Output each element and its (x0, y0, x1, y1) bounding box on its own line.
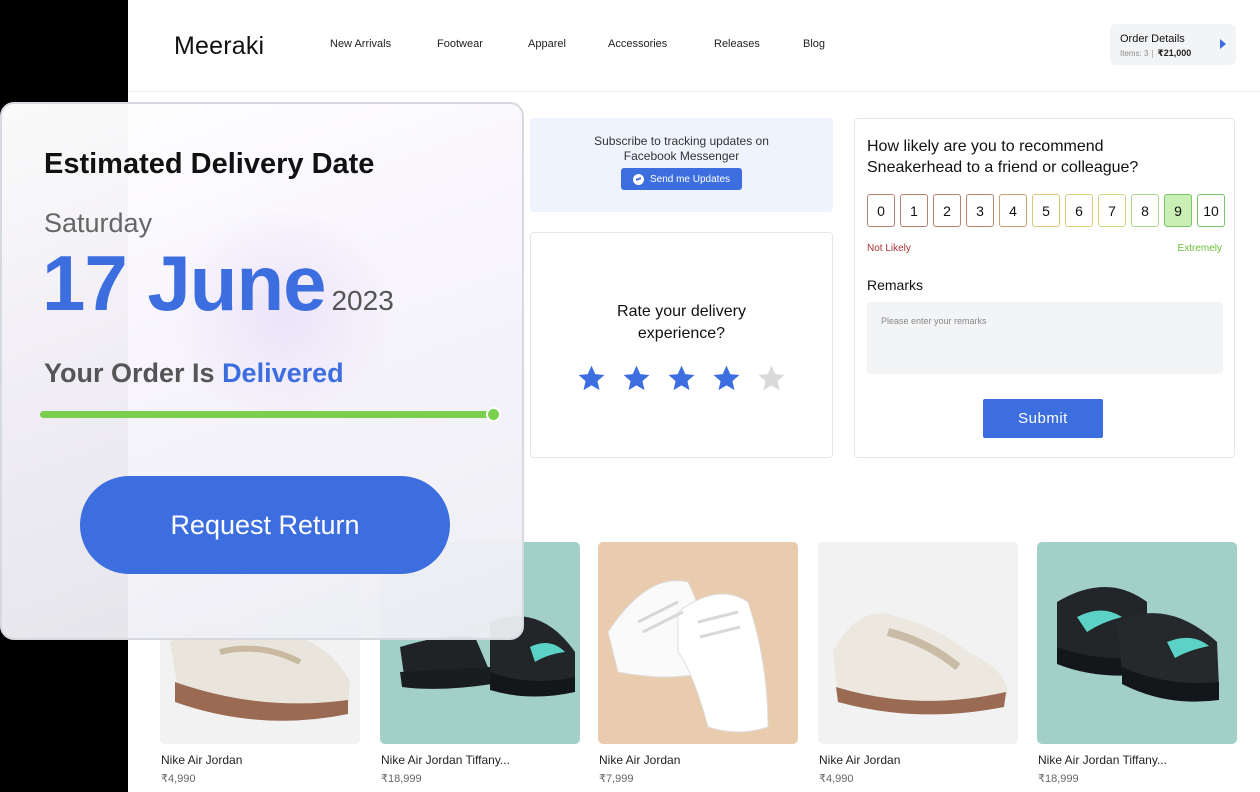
request-return-button[interactable]: Request Return (80, 476, 450, 574)
product-image[interactable] (1037, 542, 1237, 744)
product-price: ₹18,999 (1038, 773, 1079, 785)
product-price: ₹4,990 (819, 773, 854, 785)
star-rating[interactable] (531, 363, 832, 394)
nav-apparel[interactable]: Apparel (528, 38, 566, 50)
nav-releases[interactable]: Releases (714, 38, 760, 50)
product-price: ₹18,999 (381, 773, 422, 785)
nps-survey-card: How likely are you to recommend Sneakerh… (854, 118, 1235, 458)
nps-option-0[interactable]: 0 (867, 194, 895, 227)
nps-option-3[interactable]: 3 (966, 194, 994, 227)
nps-option-10[interactable]: 10 (1197, 194, 1225, 227)
send-updates-label: Send me Updates (649, 173, 731, 185)
divider (1152, 49, 1154, 58)
order-amount: ₹21,000 (1157, 48, 1192, 58)
submit-button[interactable]: Submit (983, 399, 1103, 438)
product-image[interactable] (598, 542, 798, 744)
nps-option-1[interactable]: 1 (900, 194, 928, 227)
order-items-count: Items: 3 (1120, 49, 1149, 58)
sneaker-illustration (833, 613, 1008, 715)
order-status-value: Delivered (222, 358, 344, 388)
product-name[interactable]: Nike Air Jordan Tiffany... (1038, 753, 1198, 767)
order-details-title: Order Details (1120, 33, 1185, 45)
star-filled-icon[interactable] (576, 363, 607, 394)
star-filled-icon[interactable] (666, 363, 697, 394)
nps-scale: 0 1 2 3 4 5 6 7 8 9 10 (867, 194, 1225, 227)
delivery-status-card: Estimated Delivery Date Saturday 17 June… (0, 102, 524, 640)
product-image[interactable] (818, 542, 1018, 744)
nps-option-8[interactable]: 8 (1131, 194, 1159, 227)
product-card[interactable]: Nike Air Jordan ₹4,990 (818, 542, 1018, 785)
order-status: Your Order Is Delivered (44, 358, 344, 389)
nps-question: How likely are you to recommend Sneakerh… (867, 138, 1139, 176)
brand-logo[interactable]: Meeraki (174, 32, 264, 61)
subscribe-text: Subscribe to tracking updates on Faceboo… (594, 134, 769, 163)
messenger-subscribe-card: Subscribe to tracking updates on Faceboo… (530, 118, 833, 212)
nav-blog[interactable]: Blog (803, 38, 825, 50)
send-updates-button[interactable]: Send me Updates (620, 168, 743, 190)
star-filled-icon[interactable] (621, 363, 652, 394)
delivery-weekday: Saturday (44, 208, 153, 238)
product-card[interactable]: Nike Air Jordan Tiffany... ₹18,999 (1037, 542, 1237, 785)
nps-option-6[interactable]: 6 (1065, 194, 1093, 227)
delivery-day-month: 17 June (42, 239, 326, 327)
remarks-input[interactable] (867, 302, 1223, 374)
nps-low-label: Not Likely (867, 243, 911, 254)
product-price: ₹7,999 (599, 773, 634, 785)
remarks-label: Remarks (867, 277, 924, 293)
progress-handle (486, 407, 501, 422)
nav-new-arrivals[interactable]: New Arrivals (330, 38, 391, 50)
order-summary: Items: 3 ₹21,000 (1120, 48, 1226, 59)
nps-option-7[interactable]: 7 (1098, 194, 1126, 227)
star-empty-icon[interactable] (756, 363, 787, 394)
delivery-year: 2023 (331, 285, 394, 316)
delivery-rating-card: Rate your delivery experience? (530, 232, 833, 458)
caret-right-icon (1220, 39, 1226, 49)
delivery-progress-bar (40, 407, 501, 422)
product-name[interactable]: Nike Air Jordan (819, 753, 979, 767)
star-filled-icon[interactable] (711, 363, 742, 394)
messenger-icon (632, 173, 644, 185)
delivery-date: 17 June 2023 (42, 238, 394, 329)
sneaker-illustration (607, 580, 769, 733)
order-status-prefix: Your Order Is (44, 358, 215, 388)
delivery-title: Estimated Delivery Date (44, 148, 375, 180)
nps-option-9[interactable]: 9 (1164, 194, 1192, 227)
nps-high-label: Extremely (1177, 243, 1222, 254)
product-name[interactable]: Nike Air Jordan (599, 753, 759, 767)
product-name[interactable]: Nike Air Jordan Tiffany... (381, 753, 541, 767)
rating-title: Rate your delivery experience? (617, 303, 746, 342)
product-name[interactable]: Nike Air Jordan (161, 753, 321, 767)
product-card[interactable]: Nike Air Jordan ₹7,999 (598, 542, 798, 785)
nps-option-5[interactable]: 5 (1032, 194, 1060, 227)
nps-option-4[interactable]: 4 (999, 194, 1027, 227)
site-header: Meeraki New Arrivals Footwear Apparel Ac… (128, 0, 1260, 92)
product-price: ₹4,990 (161, 773, 196, 785)
order-details-button[interactable]: Order Details Items: 3 ₹21,000 (1110, 24, 1236, 65)
delivery-progress-fill (40, 411, 493, 418)
nps-option-2[interactable]: 2 (933, 194, 961, 227)
nav-footwear[interactable]: Footwear (437, 38, 483, 50)
sneaker-illustration (1057, 587, 1219, 702)
nav-accessories[interactable]: Accessories (608, 38, 667, 50)
